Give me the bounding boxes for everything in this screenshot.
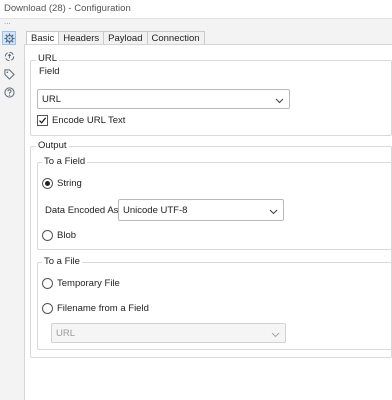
gear-icon[interactable] (2, 31, 16, 45)
config-tabs: Basic Headers Payload Connection (26, 31, 205, 46)
overflow-dots[interactable]: ... (4, 17, 11, 26)
recycle-icon[interactable] (2, 49, 16, 63)
filename-from-field-radio[interactable] (42, 303, 53, 314)
filename-field-value: URL (56, 328, 76, 339)
to-file-legend: To a File (42, 256, 82, 267)
output-group-legend: Output (36, 140, 69, 151)
temporary-file-label: Temporary File (57, 278, 120, 289)
left-toolbar (0, 27, 18, 400)
title-bar: Download (28) - Configuration (0, 0, 392, 19)
chevron-down-icon (271, 330, 280, 340)
help-icon[interactable] (2, 85, 16, 99)
blob-radio[interactable] (42, 230, 53, 241)
encoding-value: Unicode UTF-8 (123, 205, 188, 216)
temporary-file-radio[interactable] (42, 278, 53, 289)
window-title: Download (28) - Configuration (4, 3, 131, 14)
url-field-value: URL (42, 94, 62, 105)
tab-payload[interactable]: Payload (103, 31, 148, 45)
chevron-down-icon (269, 207, 278, 217)
checkmark-icon (39, 117, 47, 124)
encoded-as-label: Data Encoded As (45, 205, 119, 216)
field-label: Field (39, 66, 60, 77)
to-field-legend: To a Field (42, 156, 88, 167)
chevron-down-icon (275, 96, 284, 106)
encoding-dropdown[interactable]: Unicode UTF-8 (118, 199, 284, 221)
encode-url-checkbox[interactable] (37, 115, 48, 126)
encode-url-label: Encode URL Text (52, 115, 126, 126)
filename-field-dropdown[interactable]: URL (51, 323, 286, 343)
string-label: String (57, 178, 82, 189)
tag-icon[interactable] (2, 67, 16, 81)
tab-connection[interactable]: Connection (146, 31, 205, 45)
filename-from-field-label: Filename from a Field (57, 303, 149, 314)
blob-label: Blob (57, 230, 77, 241)
url-group-legend: URL (36, 53, 60, 64)
string-radio[interactable] (42, 178, 53, 189)
url-field-dropdown[interactable]: URL (37, 89, 290, 109)
tab-headers[interactable]: Headers (58, 31, 105, 45)
